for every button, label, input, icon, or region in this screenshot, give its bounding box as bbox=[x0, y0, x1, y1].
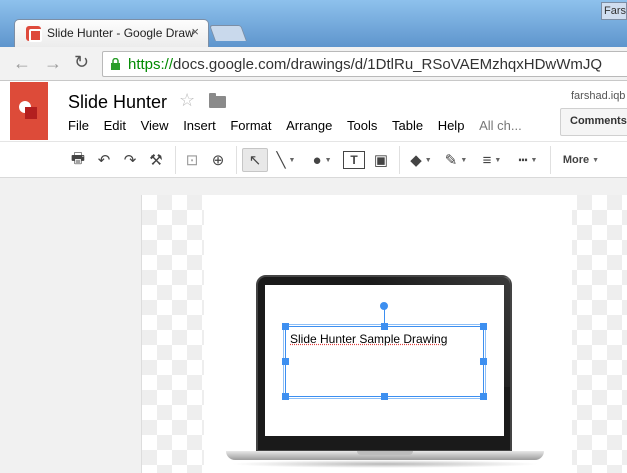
profile-label[interactable]: Fars bbox=[601, 2, 627, 20]
save-status[interactable]: All ch... bbox=[479, 118, 522, 133]
back-arrow-icon[interactable]: ← bbox=[13, 53, 31, 74]
chevron-down-icon: ▼ bbox=[530, 156, 538, 164]
shape-icon: ● bbox=[312, 151, 322, 169]
print-icon[interactable]: 🖶 bbox=[68, 148, 88, 172]
resize-handle-right[interactable] bbox=[480, 358, 487, 365]
fill-color-button[interactable]: ◆ ▼ bbox=[405, 148, 437, 172]
undo-icon[interactable]: ↶ bbox=[94, 148, 114, 172]
text-box-content[interactable]: Slide Hunter Sample Drawing bbox=[290, 332, 447, 346]
menu-file[interactable]: File bbox=[68, 118, 89, 133]
resize-handle-bottom-right[interactable] bbox=[480, 393, 487, 400]
menu-arrange[interactable]: Arrange bbox=[286, 118, 332, 133]
url-input[interactable]: https://docs.google.com/drawings/d/1DtlR… bbox=[102, 51, 627, 77]
shape-tool-button[interactable]: ● ▼ bbox=[305, 148, 339, 172]
new-tab-button[interactable] bbox=[209, 25, 247, 41]
paint-format-icon[interactable]: ⚒ bbox=[146, 148, 166, 172]
tab-close-icon[interactable]: × bbox=[191, 24, 199, 39]
menu-format[interactable]: Format bbox=[230, 118, 271, 133]
toolbar-divider bbox=[175, 146, 176, 174]
toolbar-divider bbox=[236, 146, 237, 174]
folder-icon[interactable] bbox=[209, 93, 226, 108]
reload-icon[interactable]: ↻ bbox=[74, 52, 89, 73]
laptop-shadow bbox=[230, 460, 540, 468]
forward-arrow-icon[interactable]: → bbox=[44, 53, 62, 74]
google-drawings-favicon-icon bbox=[26, 26, 42, 42]
url-scheme: https:// bbox=[128, 56, 174, 73]
comments-button[interactable]: Comments bbox=[560, 108, 627, 136]
toolbar: 🖶 ↶ ↷ ⚒ ⊡ ⊕ ↖ ╲ ▼ ● ▼ T ▣ ◆ ▼ ✎ ▼ ≡ ▼ ┅ ▼ More… bbox=[0, 141, 627, 178]
more-button[interactable]: More ▼ bbox=[556, 148, 606, 172]
more-label: More bbox=[562, 154, 590, 166]
chevron-down-icon: ▼ bbox=[324, 156, 332, 164]
text-box-icon[interactable]: T bbox=[343, 151, 365, 169]
chevron-down-icon: ▼ bbox=[424, 156, 432, 164]
laptop-notch bbox=[357, 451, 413, 455]
chevron-down-icon: ▼ bbox=[460, 156, 468, 164]
document-title[interactable]: Slide Hunter bbox=[68, 92, 167, 113]
resize-handle-top-right[interactable] bbox=[480, 323, 487, 330]
select-tool-icon[interactable]: ↖ bbox=[242, 148, 268, 172]
rotate-handle[interactable] bbox=[380, 302, 388, 310]
line-color-button[interactable]: ✎ ▼ bbox=[440, 148, 472, 172]
chevron-down-icon: ▼ bbox=[494, 156, 502, 164]
url-path: docs.google.com/drawings/d/1DtlRu_RSoVAE… bbox=[173, 56, 603, 73]
lock-icon bbox=[111, 58, 120, 70]
menu-view[interactable]: View bbox=[141, 118, 169, 133]
image-icon[interactable]: ▣ bbox=[370, 148, 392, 172]
zoom-fit-icon[interactable]: ⊡ bbox=[181, 148, 203, 172]
menu-tools[interactable]: Tools bbox=[347, 118, 377, 133]
resize-handle-left[interactable] bbox=[282, 358, 289, 365]
star-icon[interactable]: ☆ bbox=[179, 90, 195, 111]
line-tool-button[interactable]: ╲ ▼ bbox=[272, 148, 300, 172]
chevron-down-icon: ▼ bbox=[288, 156, 296, 164]
pen-icon: ✎ bbox=[444, 152, 458, 169]
line-weight-button[interactable]: ≡ ▼ bbox=[476, 148, 508, 172]
menu-insert[interactable]: Insert bbox=[183, 118, 216, 133]
toolbar-divider bbox=[399, 146, 400, 174]
url-text: https://docs.google.com/drawings/d/1DtlR… bbox=[128, 56, 602, 73]
menu-bar: File Edit View Insert Format Arrange Too… bbox=[68, 118, 533, 133]
resize-handle-top-left[interactable] bbox=[282, 323, 289, 330]
resize-handle-bottom[interactable] bbox=[381, 393, 388, 400]
line-dash-button[interactable]: ┅ ▼ bbox=[512, 148, 544, 172]
redo-icon[interactable]: ↷ bbox=[120, 148, 140, 172]
docs-header: Slide Hunter ☆ File Edit View Insert For… bbox=[0, 81, 627, 141]
chevron-down-icon: ▼ bbox=[592, 156, 600, 164]
google-drawings-logo-icon[interactable] bbox=[10, 82, 48, 140]
address-bar: ← → ↻ https://docs.google.com/drawings/d… bbox=[0, 47, 627, 81]
menu-edit[interactable]: Edit bbox=[104, 118, 126, 133]
tab-slide-hunter[interactable]: Slide Hunter - Google Draw × bbox=[14, 19, 209, 47]
fill-bucket-icon: ◆ bbox=[410, 152, 422, 169]
menu-help[interactable]: Help bbox=[438, 118, 465, 133]
line-dash-icon: ┅ bbox=[518, 152, 528, 169]
tab-title: Slide Hunter - Google Draw bbox=[47, 26, 194, 40]
account-email[interactable]: farshad.iqb bbox=[571, 90, 625, 102]
resize-handle-top[interactable] bbox=[381, 323, 388, 330]
line-weight-icon: ≡ bbox=[482, 151, 492, 169]
browser-window: Slide Hunter - Google Draw × Fars ← → ↻ … bbox=[0, 0, 627, 473]
zoom-icon[interactable]: ⊕ bbox=[207, 148, 229, 172]
resize-handle-bottom-left[interactable] bbox=[282, 393, 289, 400]
menu-table[interactable]: Table bbox=[392, 118, 423, 133]
toolbar-divider bbox=[550, 146, 551, 174]
line-icon: ╲ bbox=[276, 152, 286, 169]
